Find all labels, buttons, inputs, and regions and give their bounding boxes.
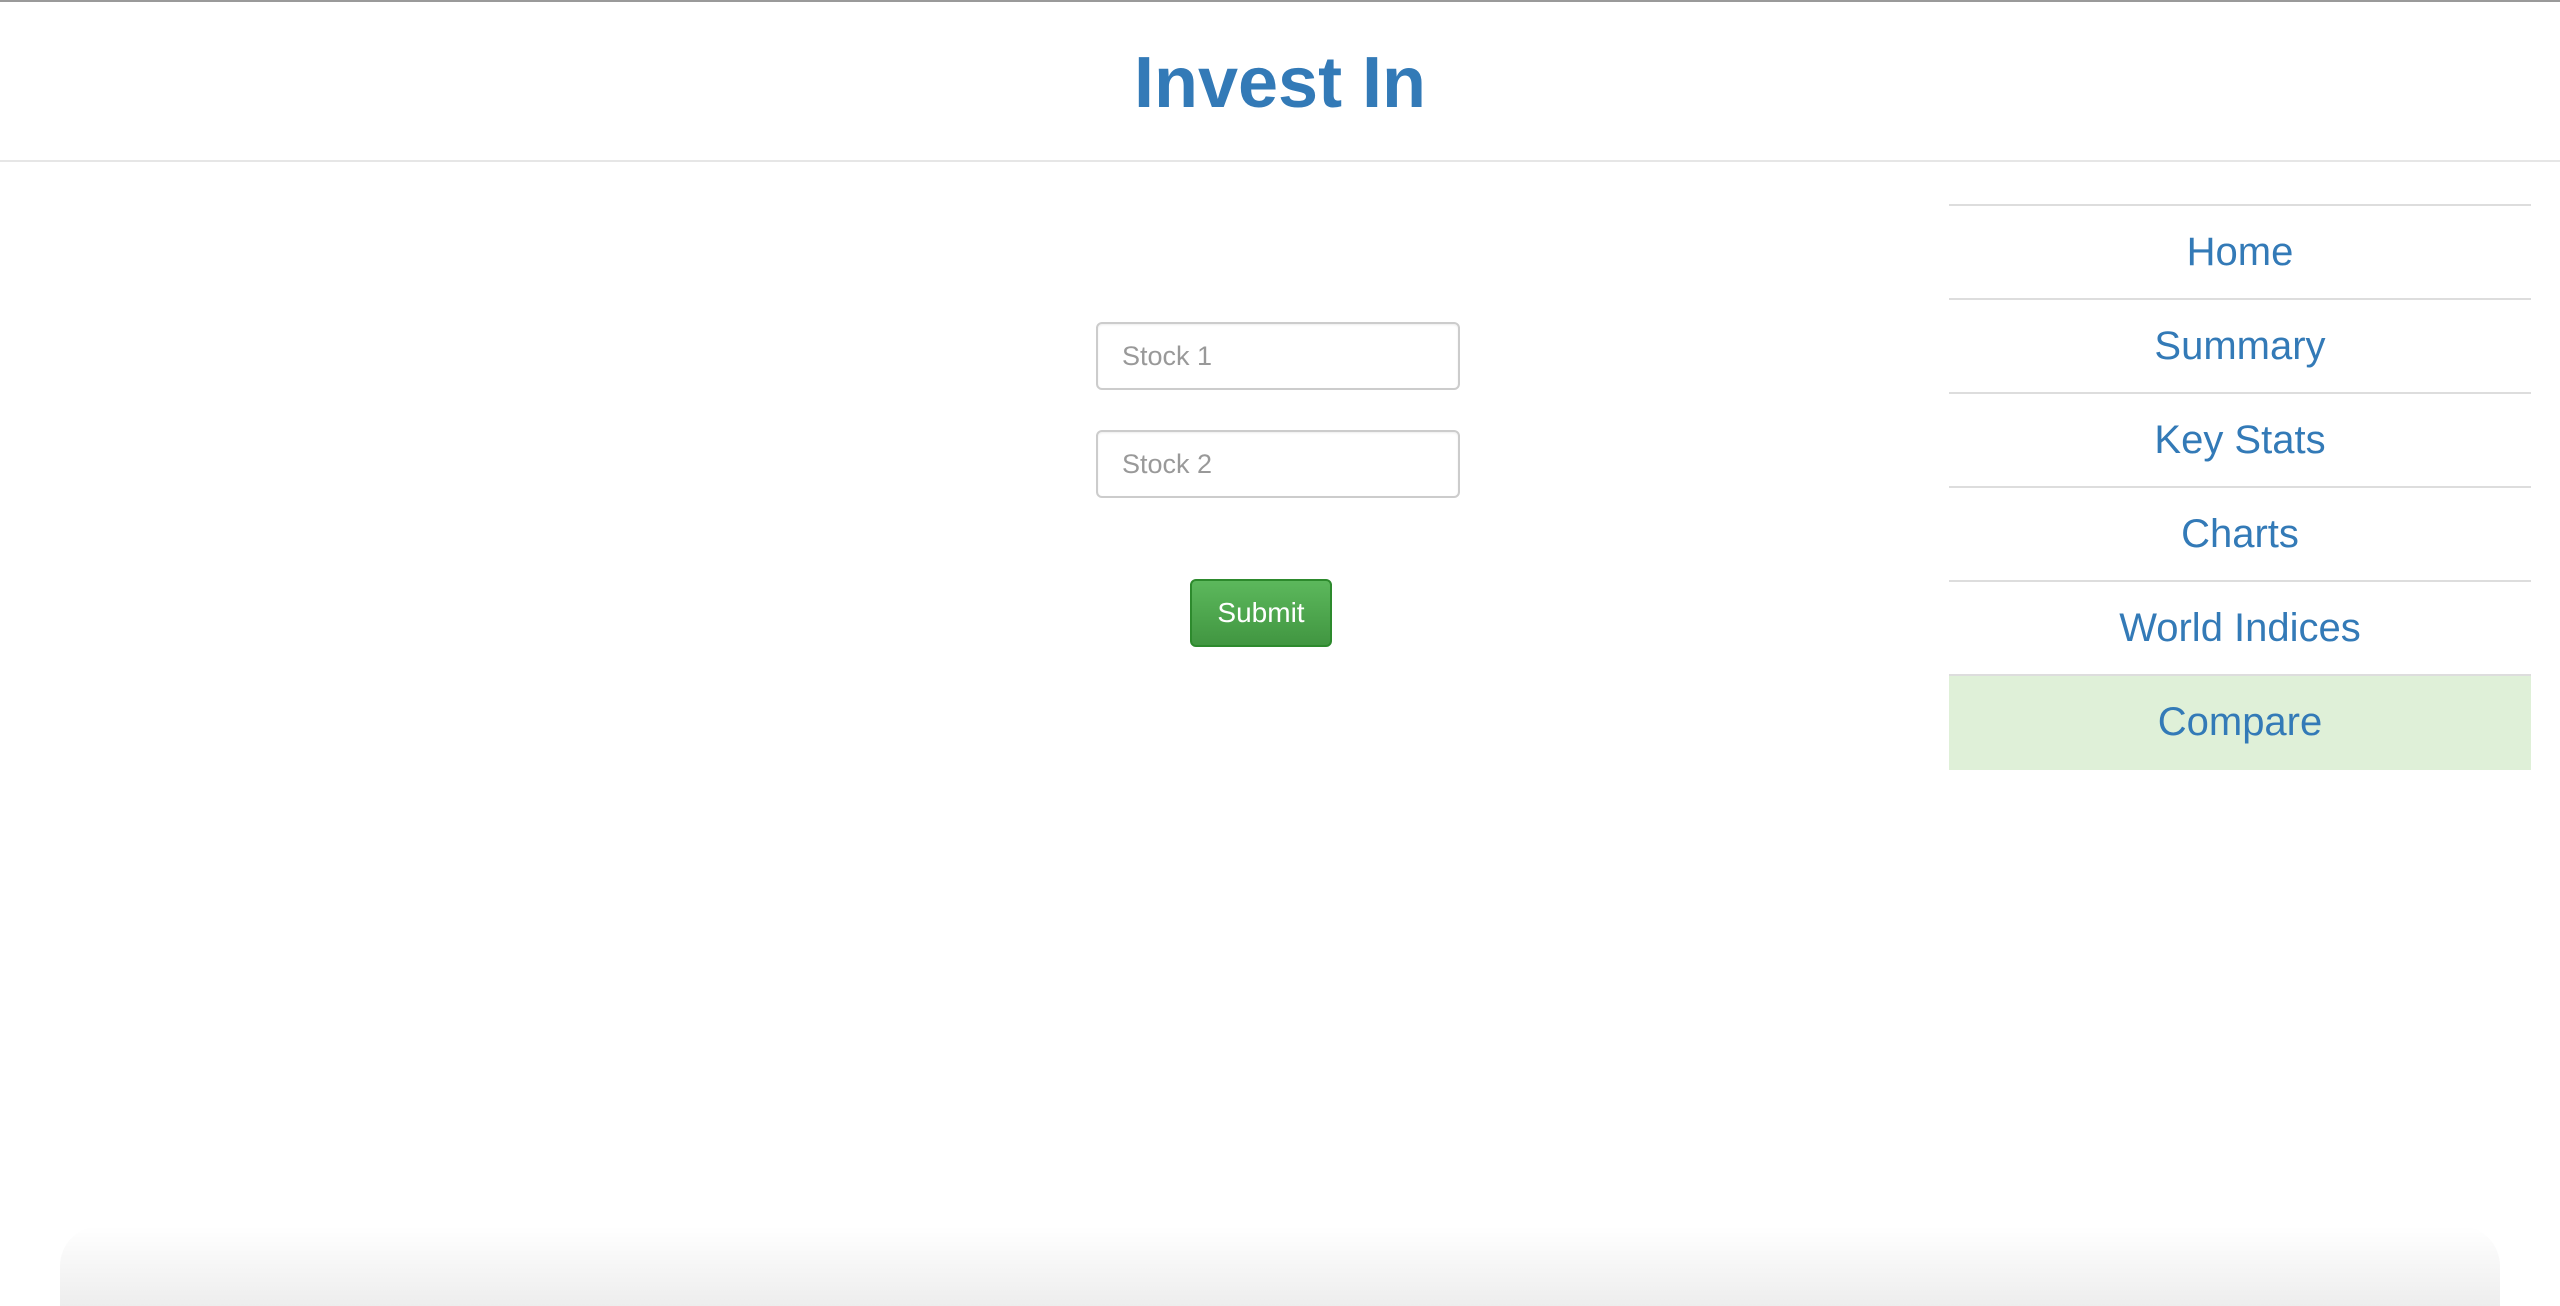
- page: Invest In Submit Home Summary Key Stats …: [0, 0, 2560, 1306]
- nav-item-compare[interactable]: Compare: [1949, 676, 2531, 770]
- nav-item-charts[interactable]: Charts: [1949, 488, 2531, 582]
- nav-item-world-indices[interactable]: World Indices: [1949, 582, 2531, 676]
- side-nav: Home Summary Key Stats Charts World Indi…: [1949, 204, 2531, 770]
- submit-button[interactable]: Submit: [1190, 579, 1332, 647]
- compare-form: [1096, 322, 1460, 498]
- nav-item-key-stats[interactable]: Key Stats: [1949, 394, 2531, 488]
- window-bottom-shadow: [60, 1226, 2500, 1306]
- nav-item-home[interactable]: Home: [1949, 206, 2531, 300]
- nav-item-summary[interactable]: Summary: [1949, 300, 2531, 394]
- page-header: Invest In: [0, 2, 2560, 162]
- stock-2-input[interactable]: [1096, 430, 1460, 498]
- stock-1-input[interactable]: [1096, 322, 1460, 390]
- page-title: Invest In: [1133, 43, 1427, 123]
